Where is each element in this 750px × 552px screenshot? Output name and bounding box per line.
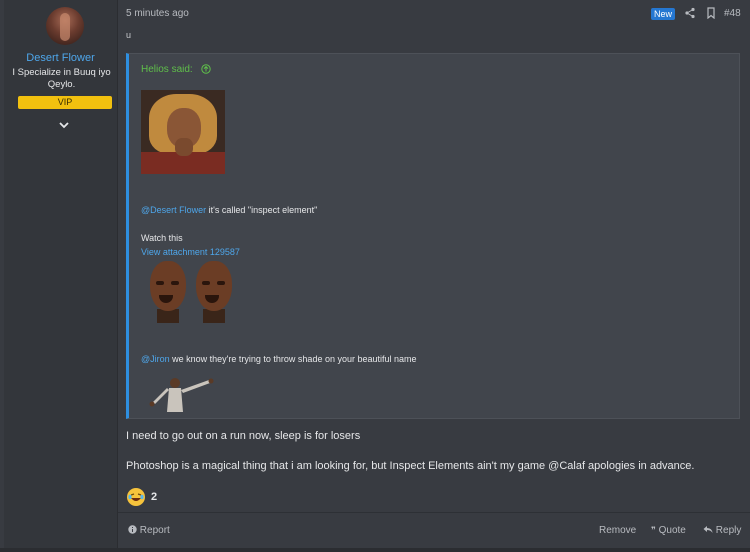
reaction-gif-woman xyxy=(141,90,225,174)
post-footer: Report Remove ❞ Quote Reply xyxy=(118,512,750,549)
reply-link[interactable]: Reply xyxy=(703,525,741,536)
post-timestamp[interactable]: 5 minutes ago xyxy=(126,8,189,19)
mention-jiron[interactable]: @Jiron xyxy=(141,354,170,364)
remove-link[interactable]: Remove xyxy=(599,525,636,536)
info-icon xyxy=(128,525,137,534)
quote-line-1-text: it's called "inspect element" xyxy=(206,205,318,215)
quote-label: Quote xyxy=(658,525,686,536)
bookmark-icon[interactable] xyxy=(705,7,717,19)
reply-icon xyxy=(703,526,713,533)
quote-icon: ❞ xyxy=(651,525,656,535)
laughing-emoji-icon[interactable] xyxy=(126,487,146,507)
mention-desert-flower[interactable]: @Desert Flower xyxy=(141,205,206,215)
user-title: I Specialize in Buuq iyo Qeylo. xyxy=(12,67,111,90)
chevron-down-icon[interactable] xyxy=(57,118,71,132)
new-badge: New xyxy=(651,8,676,20)
crying-face-image-1 xyxy=(147,261,189,323)
attachment-link[interactable]: View attachment 129587 xyxy=(141,247,240,257)
username-link[interactable]: Desert Flower xyxy=(4,52,117,64)
celebrating-man-image xyxy=(149,378,214,412)
report-link[interactable]: Report xyxy=(128,525,170,536)
reaction-count[interactable]: 2 xyxy=(151,491,157,503)
quote-link[interactable]: ❞ Quote xyxy=(651,525,686,536)
post-number[interactable]: #48 xyxy=(724,8,741,19)
post-body-line-2: Photoshop is a magical thing that i am l… xyxy=(126,460,695,472)
quote-line-2: @Jiron we know they're trying to throw s… xyxy=(141,354,417,364)
crying-face-image-2 xyxy=(193,261,235,323)
reply-label: Reply xyxy=(715,525,742,536)
avatar[interactable] xyxy=(46,7,84,45)
quote-line-2-text: we know they're trying to throw shade on… xyxy=(169,354,417,364)
vip-badge: VIP xyxy=(18,96,112,109)
quote-block: Helios said: @Desert Flower it's called … xyxy=(126,53,740,419)
post-main: 5 minutes ago New #48 u Helios said: @De… xyxy=(118,0,750,548)
bottom-divider xyxy=(0,548,750,552)
quote-author[interactable]: Helios said: xyxy=(141,64,193,75)
quote-line-1: @Desert Flower it's called "inspect elem… xyxy=(141,205,317,215)
user-sidebar: Desert Flower I Specialize in Buuq iyo Q… xyxy=(4,0,118,548)
share-icon[interactable] xyxy=(684,7,696,19)
post-body-line-1: I need to go out on a run now, sleep is … xyxy=(126,430,361,442)
arrow-up-circle-icon[interactable] xyxy=(201,64,211,74)
post-container: Desert Flower I Specialize in Buuq iyo Q… xyxy=(0,0,750,552)
post-stray-char: u xyxy=(126,30,132,40)
report-label: Report xyxy=(139,525,170,536)
quote-watch-text: Watch this xyxy=(141,233,183,243)
